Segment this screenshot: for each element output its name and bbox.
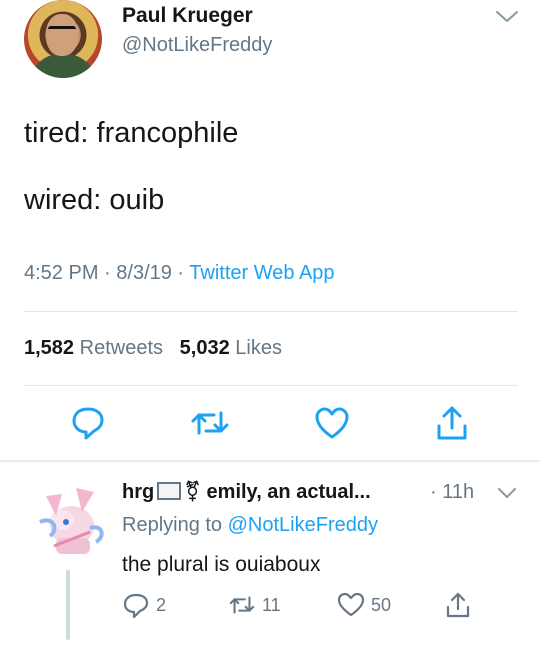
tweet-stats: 1,582 Retweets 5,032 Likes [24, 337, 282, 360]
retweet-icon [229, 596, 255, 614]
meta-separator: · [171, 262, 190, 284]
tweet-time: 4:52 PM [24, 262, 99, 284]
tweet-date: 8/3/19 [116, 262, 172, 284]
reply-icon [72, 407, 104, 440]
tweet-text-line-1: tired: francophile [24, 117, 239, 149]
like-icon [315, 407, 349, 439]
reply-button[interactable] [70, 404, 106, 442]
tweet-text-line-2: wired: ouib [24, 184, 165, 216]
replying-to-handle[interactable]: @NotLikeFreddy [228, 514, 378, 536]
retweet-icon [191, 411, 229, 435]
reply-author-name[interactable]: hrg ⚧ emily, an actual... [122, 479, 371, 504]
replying-to: Replying to @NotLikeFreddy [122, 514, 378, 537]
chevron-down-icon[interactable] [497, 486, 517, 500]
retweets-count: 1,582 [24, 337, 75, 359]
reply-time[interactable]: · 11h [430, 481, 474, 504]
reply-author-name-part1: hrg [122, 481, 155, 503]
reply-retweet-button[interactable]: 11 [228, 591, 281, 619]
like-icon [337, 592, 365, 617]
share-icon [437, 406, 467, 440]
like-button[interactable] [314, 404, 350, 442]
divider [24, 385, 518, 386]
retweets-label: Retweets [79, 337, 163, 359]
reply-like-button[interactable]: 50 [337, 591, 391, 619]
chevron-down-icon[interactable] [494, 8, 520, 26]
likes-count: 5,032 [179, 337, 230, 359]
section-divider [0, 460, 540, 462]
reply-icon [123, 593, 149, 619]
likes-stat[interactable]: 5,032 Likes [180, 337, 282, 359]
retweet-count: 11 [262, 594, 281, 615]
like-count: 50 [371, 594, 392, 615]
retweet-button[interactable] [190, 404, 230, 442]
share-button[interactable] [434, 404, 470, 442]
reply-author-avatar[interactable] [36, 476, 108, 560]
retweets-stat[interactable]: 1,582 Retweets [24, 337, 163, 359]
thread-line [66, 570, 70, 640]
avatar-glasses [48, 26, 76, 36]
flag-icon [157, 482, 182, 500]
author-name[interactable]: Paul Krueger [122, 4, 253, 28]
tweet-meta: 4:52 PM · 8/3/19 · Twitter Web App [24, 262, 335, 285]
reply-reply-button[interactable]: 2 [122, 591, 166, 619]
divider [24, 311, 518, 312]
replying-prefix: Replying to [122, 514, 228, 536]
likes-label: Likes [235, 337, 282, 359]
reply-count: 2 [156, 594, 167, 615]
tweet-source-link[interactable]: Twitter Web App [189, 262, 334, 284]
reply-author-name-part2: ⚧ emily, an actual... [184, 481, 371, 503]
author-avatar[interactable] [24, 0, 102, 78]
share-icon [446, 592, 470, 618]
author-handle[interactable]: @NotLikeFreddy [122, 34, 272, 57]
meta-separator: · [98, 262, 117, 284]
reply-text: the plural is ouiaboux [122, 553, 321, 576]
avatar-shirt [30, 54, 96, 78]
reply-share-button[interactable] [444, 591, 478, 619]
